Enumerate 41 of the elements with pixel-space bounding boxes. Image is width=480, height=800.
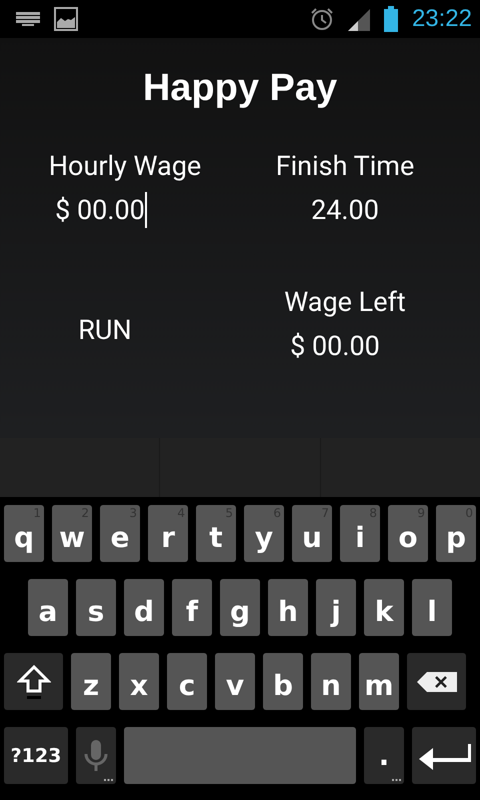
more-dots-icon bbox=[104, 779, 113, 782]
period-key[interactable]: . bbox=[364, 727, 404, 784]
key[interactable]: h bbox=[268, 579, 308, 636]
run-button[interactable]: RUN bbox=[66, 310, 144, 350]
result-value: $ 00.00 bbox=[289, 329, 381, 364]
microphone-icon bbox=[84, 738, 108, 772]
image-icon bbox=[54, 7, 78, 31]
key[interactable]: g bbox=[220, 579, 260, 636]
battery-icon bbox=[384, 6, 398, 32]
field-label: Hourly Wage bbox=[48, 149, 202, 184]
key[interactable]: j bbox=[316, 579, 356, 636]
key[interactable]: a bbox=[28, 579, 68, 636]
backspace-key[interactable] bbox=[407, 653, 466, 710]
key[interactable]: s bbox=[76, 579, 116, 636]
input-field[interactable]: 24.00 bbox=[309, 192, 381, 228]
key[interactable]: f bbox=[172, 579, 212, 636]
key[interactable]: x bbox=[119, 653, 159, 710]
shift-key[interactable] bbox=[4, 653, 63, 710]
clock-time: 23:22 bbox=[412, 5, 472, 33]
input-field[interactable]: $ 00.00 bbox=[53, 192, 147, 228]
key[interactable]: c bbox=[167, 653, 207, 710]
signal-icon bbox=[348, 7, 370, 31]
alarm-clock-icon bbox=[310, 7, 334, 31]
key[interactable]: v bbox=[215, 653, 255, 710]
key[interactable]: l bbox=[412, 579, 452, 636]
enter-key[interactable] bbox=[412, 727, 476, 784]
key[interactable]: b bbox=[263, 653, 303, 710]
key[interactable]: d bbox=[124, 579, 164, 636]
mic-key[interactable] bbox=[76, 727, 116, 784]
backspace-icon bbox=[416, 672, 456, 692]
symbols-key[interactable]: ?123 bbox=[4, 727, 68, 784]
app-title: Happy Pay bbox=[142, 66, 338, 110]
more-dots-icon bbox=[392, 779, 401, 782]
shift-icon bbox=[16, 664, 50, 700]
field-label: Finish Time bbox=[276, 149, 414, 184]
keyboard-icon bbox=[16, 12, 40, 26]
result-label: Wage Left bbox=[284, 285, 406, 320]
key[interactable]: z bbox=[71, 653, 111, 710]
key[interactable]: k bbox=[364, 579, 404, 636]
key[interactable]: n bbox=[311, 653, 351, 710]
key[interactable]: m bbox=[359, 653, 399, 710]
